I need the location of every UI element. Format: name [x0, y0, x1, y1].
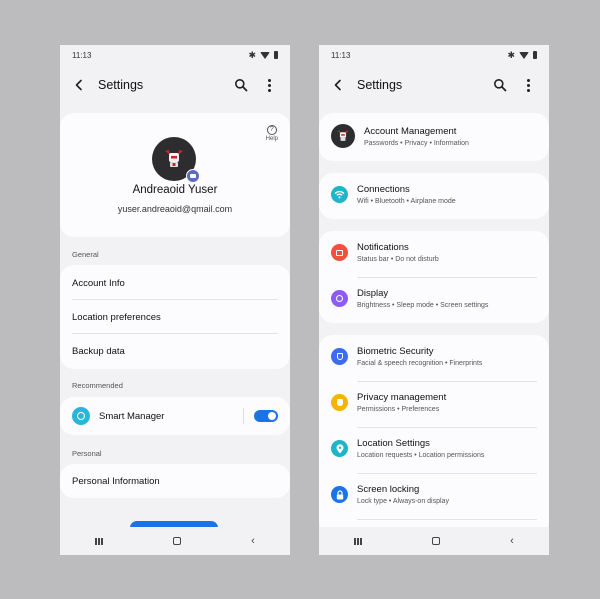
- privacy-shield-icon: [331, 394, 348, 411]
- item-subtitle: Permissions • Preferences: [357, 406, 440, 413]
- status-time: 11:13: [72, 50, 92, 60]
- shield-icon: [331, 348, 348, 365]
- settings-item-biometric-security[interactable]: Biometric Security Facial & speech recog…: [331, 346, 537, 367]
- list-item-location-preferences[interactable]: Location preferences: [72, 310, 278, 324]
- personal-group: Personal Information: [60, 464, 290, 498]
- profile-card: ? Help Andreaoid Yuser yuser.andreaoid@q…: [60, 113, 290, 237]
- divider: [72, 333, 278, 334]
- section-header-recommended: Recommended: [72, 381, 123, 390]
- status-bar: 11:13 ✱: [319, 45, 549, 65]
- nav-back-icon[interactable]: ‹: [510, 535, 514, 547]
- wifi-status-icon: [260, 51, 270, 59]
- wifi-status-icon: [519, 51, 529, 59]
- item-title: Notifications: [357, 242, 409, 253]
- help-button[interactable]: ? Help: [266, 125, 278, 142]
- robot-avatar-icon: [165, 150, 183, 167]
- profile-name: Andreaoid Yuser: [132, 184, 218, 196]
- status-icons: ✱: [507, 49, 537, 60]
- home-icon[interactable]: [431, 537, 440, 545]
- account-group: Account Management Passwords • Privacy •…: [319, 113, 549, 161]
- bluetooth-icon: ✱: [248, 49, 256, 60]
- item-subtitle: Status bar • Do not disturb: [357, 256, 439, 263]
- help-label: Help: [265, 136, 278, 142]
- item-subtitle: Facial & speech recognition • Finerprint…: [357, 360, 483, 367]
- section-header-general: General: [72, 250, 99, 259]
- item-subtitle: Lock type • Always-on display: [357, 498, 449, 505]
- more-options-icon[interactable]: [517, 75, 539, 95]
- item-subtitle: Passwords • Privacy • Information: [364, 139, 469, 147]
- item-subtitle: Wifi • Bluetooth • Airplane mode: [357, 198, 456, 205]
- item-subtitle: Brightness • Sleep mode • Screen setting…: [357, 302, 489, 309]
- settings-item-location-settings[interactable]: Location Settings Location requests • Lo…: [331, 438, 537, 459]
- item-title: Display: [357, 288, 389, 299]
- general-group: Account Info Location preferences Backup…: [60, 265, 290, 369]
- divider: [357, 381, 537, 382]
- page-title: Settings: [357, 78, 403, 92]
- divider: [357, 519, 537, 520]
- navigation-bar: ‹: [319, 527, 549, 555]
- settings-item-notifications[interactable]: Notifications Status bar • Do not distur…: [331, 242, 537, 263]
- item-title: Account Management: [364, 125, 457, 137]
- security-group: Biometric Security Facial & speech recog…: [319, 335, 549, 535]
- notifications-display-group: Notifications Status bar • Do not distur…: [319, 231, 549, 323]
- right-phone-screen: 11:13 ✱ Settings Account Management Pass…: [319, 45, 549, 555]
- settings-item-account-management[interactable]: Account Management Passwords • Privacy •…: [331, 124, 537, 148]
- status-icons: ✱: [248, 49, 278, 60]
- camera-icon[interactable]: [186, 169, 200, 183]
- lock-icon: [331, 486, 348, 503]
- list-item-backup-data[interactable]: Backup data: [72, 344, 278, 358]
- vertical-divider: [243, 408, 244, 424]
- smart-manager-icon: [72, 407, 90, 425]
- recents-icon[interactable]: [95, 537, 103, 545]
- list-item-account-info[interactable]: Account Info: [72, 276, 278, 290]
- profile-email: yuser.andreaoid@qmail.com: [117, 204, 233, 214]
- help-icon: ?: [266, 125, 277, 135]
- recommended-group: Smart Manager: [60, 397, 290, 435]
- settings-item-connections[interactable]: Connections Wifi • Bluetooth • Airplane …: [331, 184, 537, 205]
- navigation-bar: ‹: [60, 527, 290, 555]
- settings-item-display[interactable]: Display Brightness • Sleep mode • Screen…: [331, 288, 537, 309]
- item-title: Privacy management: [357, 392, 447, 403]
- battery-icon: [274, 51, 278, 59]
- smart-manager-label: Smart Manager: [99, 410, 165, 422]
- divider: [357, 277, 537, 278]
- battery-icon: [533, 51, 537, 59]
- bluetooth-icon: ✱: [507, 49, 515, 60]
- list-item-personal-information[interactable]: Personal Information: [72, 474, 278, 488]
- status-bar: 11:13 ✱: [60, 45, 290, 65]
- wifi-icon: [331, 186, 348, 203]
- status-time: 11:13: [331, 50, 351, 60]
- smart-manager-toggle[interactable]: [254, 410, 278, 422]
- item-title: Connections: [357, 184, 410, 195]
- settings-item-screen-locking[interactable]: Screen locking Lock type • Always-on dis…: [331, 484, 537, 505]
- section-header-personal: Personal: [72, 449, 102, 458]
- back-arrow-icon[interactable]: [70, 76, 88, 94]
- app-bar: Settings: [60, 73, 290, 97]
- list-item-smart-manager[interactable]: Smart Manager: [72, 407, 230, 425]
- notification-icon: [331, 244, 348, 261]
- home-icon[interactable]: [172, 537, 181, 545]
- item-title: Biometric Security: [357, 346, 434, 357]
- nav-back-icon[interactable]: ‹: [251, 535, 255, 547]
- location-pin-icon: [331, 440, 348, 457]
- brightness-icon: [331, 290, 348, 307]
- more-options-icon[interactable]: [258, 75, 280, 95]
- avatar[interactable]: [152, 137, 200, 183]
- divider: [357, 473, 537, 474]
- page-title: Settings: [98, 78, 144, 92]
- item-subtitle: Location requests • Location permissions: [357, 452, 485, 459]
- recents-icon[interactable]: [354, 537, 362, 545]
- left-phone-screen: 11:13 ✱ Settings ? Help Andreaoid Yuser …: [60, 45, 290, 555]
- item-title: Location Settings: [357, 438, 430, 449]
- divider: [357, 427, 537, 428]
- app-bar: Settings: [319, 73, 549, 97]
- back-arrow-icon[interactable]: [329, 76, 347, 94]
- item-title: Screen locking: [357, 484, 420, 495]
- search-icon[interactable]: [230, 75, 252, 95]
- robot-avatar-icon: [331, 124, 355, 148]
- search-icon[interactable]: [489, 75, 511, 95]
- divider: [72, 299, 278, 300]
- connections-group: Connections Wifi • Bluetooth • Airplane …: [319, 173, 549, 219]
- settings-item-privacy-management[interactable]: Privacy management Permissions • Prefere…: [331, 392, 537, 413]
